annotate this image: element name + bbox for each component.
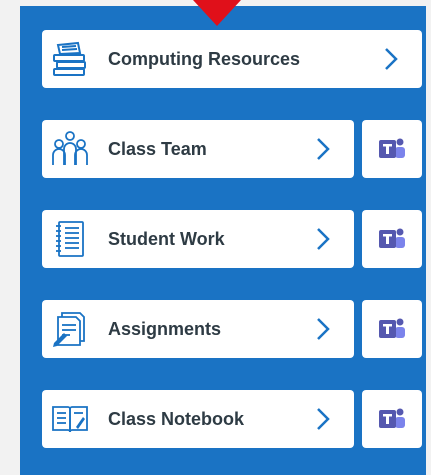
chevron-right-icon bbox=[317, 228, 330, 250]
class-notebook-button[interactable]: Class Notebook bbox=[42, 390, 354, 448]
class-team-button[interactable]: Class Team bbox=[42, 120, 354, 178]
computing-resources-button[interactable]: Computing Resources bbox=[42, 30, 422, 88]
people-icon bbox=[49, 128, 91, 170]
teams-icon bbox=[379, 138, 405, 158]
teams-button-class-team[interactable] bbox=[362, 120, 422, 178]
teams-button-assignments[interactable] bbox=[362, 300, 422, 358]
teams-button-student-work[interactable] bbox=[362, 210, 422, 268]
assignments-button[interactable]: Assignments bbox=[42, 300, 354, 358]
teams-icon bbox=[379, 228, 405, 248]
chevron-right-icon bbox=[317, 408, 330, 430]
teams-icon bbox=[379, 318, 405, 338]
assignments-label: Assignments bbox=[108, 318, 222, 339]
red-pointer-marker bbox=[193, 0, 241, 26]
notebook-icon bbox=[49, 218, 91, 260]
assignment-icon bbox=[49, 308, 91, 350]
teams-button-class-notebook[interactable] bbox=[362, 390, 422, 448]
teams-icon bbox=[379, 408, 405, 428]
class-team-label: Class Team bbox=[108, 138, 207, 159]
books-icon bbox=[49, 38, 91, 80]
chevron-right-icon bbox=[385, 48, 398, 70]
navigation-panel: Computing Resources Class Team Student W… bbox=[20, 6, 426, 475]
chevron-right-icon bbox=[317, 138, 330, 160]
open-book-icon bbox=[49, 398, 91, 440]
class-notebook-label: Class Notebook bbox=[108, 408, 245, 429]
student-work-button[interactable]: Student Work bbox=[42, 210, 354, 268]
chevron-right-icon bbox=[317, 318, 330, 340]
computing-resources-label: Computing Resources bbox=[108, 48, 301, 69]
student-work-label: Student Work bbox=[108, 228, 225, 249]
